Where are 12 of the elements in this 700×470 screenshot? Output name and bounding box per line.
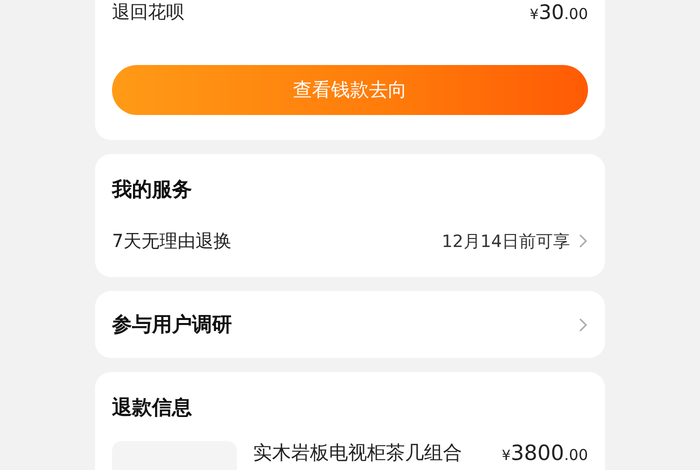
product-price: ¥3800.00 xyxy=(502,441,588,465)
refund-amount: ¥30.00 xyxy=(530,0,588,24)
survey-label: 参与用户调研 xyxy=(112,311,232,338)
refund-info-title: 退款信息 xyxy=(112,395,192,419)
refund-method-label: 退回花呗 xyxy=(112,1,184,24)
chevron-right-icon xyxy=(578,316,588,332)
survey-card[interactable]: 参与用户调研 xyxy=(95,291,605,358)
services-title: 我的服务 xyxy=(112,177,192,201)
product-name: 实木岩板电视柜茶几组合 xyxy=(252,441,463,466)
chevron-right-icon xyxy=(578,233,588,249)
service-label: 7天无理由退换 xyxy=(112,230,232,253)
service-deadline: 12月14日前可享 xyxy=(442,230,570,252)
